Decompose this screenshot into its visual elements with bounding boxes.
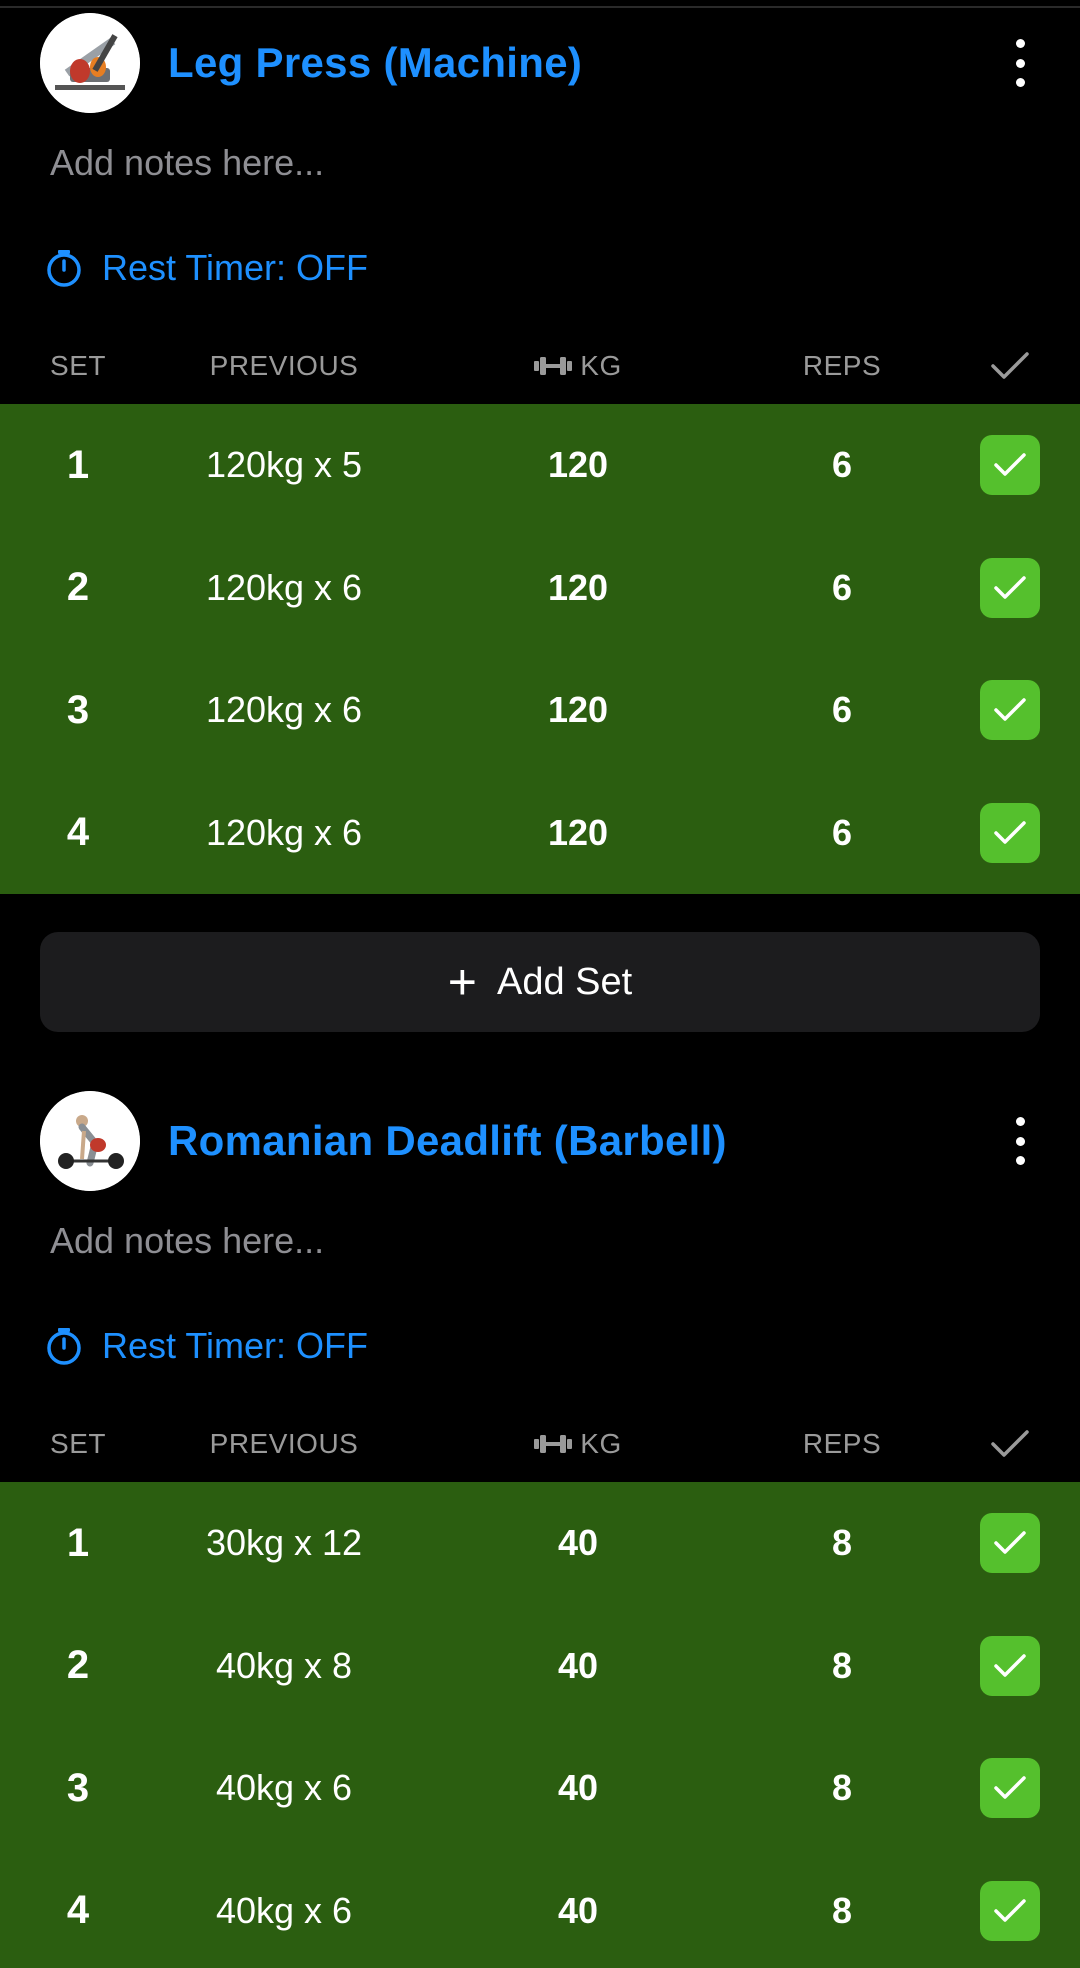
reps-input[interactable]: 8 bbox=[744, 1522, 940, 1564]
reps-input[interactable]: 8 bbox=[744, 1890, 940, 1932]
plus-icon: + bbox=[447, 954, 477, 1010]
reps-input[interactable]: 6 bbox=[744, 567, 940, 609]
column-headers: SET PREVIOUS KG REPS bbox=[0, 1406, 1080, 1482]
col-kg: KG bbox=[412, 1428, 744, 1460]
set-number[interactable]: 1 bbox=[0, 1521, 156, 1566]
complete-checkbox[interactable] bbox=[980, 1758, 1040, 1819]
exercise-header: Leg Press (Machine) bbox=[0, 8, 1080, 118]
previous-value[interactable]: 120kg x 6 bbox=[156, 689, 412, 731]
col-previous: PREVIOUS bbox=[209, 1428, 359, 1459]
set-number[interactable]: 3 bbox=[0, 1766, 156, 1811]
top-divider bbox=[0, 0, 1080, 8]
reps-input[interactable]: 8 bbox=[744, 1645, 940, 1687]
stopwatch-icon bbox=[47, 250, 81, 287]
exercise-title[interactable]: Romanian Deadlift (Barbell) bbox=[168, 1117, 727, 1165]
reps-input[interactable]: 8 bbox=[744, 1767, 940, 1809]
col-set: SET bbox=[50, 1428, 106, 1459]
leg-press-illustration[interactable] bbox=[40, 13, 140, 113]
dumbbell-icon bbox=[534, 357, 573, 375]
kg-input[interactable]: 40 bbox=[412, 1767, 744, 1809]
col-done bbox=[940, 351, 1080, 381]
complete-checkbox[interactable] bbox=[980, 1880, 1040, 1941]
kg-input[interactable]: 40 bbox=[412, 1645, 744, 1687]
rest-timer-button[interactable]: Rest Timer: OFF bbox=[0, 208, 1080, 328]
col-previous: PREVIOUS bbox=[209, 350, 359, 381]
add-set-label: Add Set bbox=[496, 960, 633, 1003]
previous-value[interactable]: 120kg x 6 bbox=[156, 567, 412, 609]
set-number[interactable]: 2 bbox=[0, 1643, 156, 1688]
sets-table: 1 30kg x 12 40 8 2 40kg x 8 40 8 3 40kg … bbox=[0, 1482, 1080, 1968]
previous-value[interactable]: 120kg x 6 bbox=[156, 812, 412, 854]
previous-value[interactable]: 40kg x 6 bbox=[156, 1890, 412, 1932]
check-icon bbox=[994, 821, 1026, 844]
rest-timer-button[interactable]: Rest Timer: OFF bbox=[0, 1286, 1080, 1406]
previous-value[interactable]: 120kg x 5 bbox=[156, 444, 412, 486]
add-set-button[interactable]: + Add Set bbox=[40, 932, 1040, 1032]
more-options-icon[interactable] bbox=[1000, 1111, 1040, 1171]
check-icon bbox=[994, 576, 1026, 599]
kg-input[interactable]: 120 bbox=[412, 812, 744, 854]
sets-table: 1 120kg x 5 120 6 2 120kg x 6 120 6 3 12… bbox=[0, 404, 1080, 894]
kg-input[interactable]: 120 bbox=[412, 567, 744, 609]
notes-input[interactable]: Add notes here... bbox=[0, 118, 1080, 208]
exercise-card-romanian-deadlift: Romanian Deadlift (Barbell) Add notes he… bbox=[0, 1086, 1080, 1968]
complete-checkbox[interactable] bbox=[980, 802, 1040, 863]
checkmark-icon bbox=[991, 1430, 1029, 1457]
set-number[interactable]: 2 bbox=[0, 565, 156, 610]
set-row: 4 40kg x 6 40 8 bbox=[0, 1850, 1080, 1968]
col-set: SET bbox=[50, 350, 106, 381]
rest-timer-label: Rest Timer: OFF bbox=[102, 1325, 369, 1366]
complete-checkbox[interactable] bbox=[980, 1635, 1040, 1696]
col-reps: REPS bbox=[802, 350, 882, 381]
previous-value[interactable]: 40kg x 6 bbox=[156, 1767, 412, 1809]
set-number[interactable]: 4 bbox=[0, 810, 156, 855]
complete-checkbox[interactable] bbox=[980, 680, 1040, 741]
col-reps: REPS bbox=[802, 1428, 882, 1459]
checkmark-icon bbox=[991, 352, 1029, 379]
complete-checkbox[interactable] bbox=[980, 557, 1040, 618]
kg-input[interactable]: 120 bbox=[412, 689, 744, 731]
more-options-icon[interactable] bbox=[1000, 33, 1040, 93]
stopwatch-icon bbox=[47, 1328, 81, 1365]
previous-value[interactable]: 30kg x 12 bbox=[156, 1522, 412, 1564]
complete-checkbox[interactable] bbox=[980, 1513, 1040, 1574]
check-icon bbox=[994, 453, 1026, 476]
reps-input[interactable]: 6 bbox=[744, 444, 940, 486]
exercise-title[interactable]: Leg Press (Machine) bbox=[168, 39, 582, 87]
set-row: 4 120kg x 6 120 6 bbox=[0, 772, 1080, 895]
column-headers: SET PREVIOUS KG REPS bbox=[0, 328, 1080, 404]
exercise-card-leg-press: Leg Press (Machine) Add notes here... Re… bbox=[0, 8, 1080, 1086]
reps-input[interactable]: 6 bbox=[744, 812, 940, 854]
set-number[interactable]: 1 bbox=[0, 443, 156, 488]
check-icon bbox=[994, 1654, 1026, 1677]
rest-timer-label: Rest Timer: OFF bbox=[102, 247, 369, 288]
set-row: 3 40kg x 6 40 8 bbox=[0, 1727, 1080, 1850]
check-icon bbox=[994, 1899, 1026, 1922]
previous-value[interactable]: 40kg x 8 bbox=[156, 1645, 412, 1687]
kg-input[interactable]: 40 bbox=[412, 1890, 744, 1932]
reps-input[interactable]: 6 bbox=[744, 689, 940, 731]
check-icon bbox=[994, 1776, 1026, 1799]
deadlift-illustration[interactable] bbox=[40, 1091, 140, 1191]
kg-input[interactable]: 40 bbox=[412, 1522, 744, 1564]
complete-checkbox[interactable] bbox=[980, 435, 1040, 496]
set-number[interactable]: 4 bbox=[0, 1888, 156, 1933]
set-row: 3 120kg x 6 120 6 bbox=[0, 649, 1080, 772]
set-number[interactable]: 3 bbox=[0, 688, 156, 733]
exercise-header: Romanian Deadlift (Barbell) bbox=[0, 1086, 1080, 1196]
check-icon bbox=[994, 1531, 1026, 1554]
kg-input[interactable]: 120 bbox=[412, 444, 744, 486]
notes-input[interactable]: Add notes here... bbox=[0, 1196, 1080, 1286]
set-row: 2 40kg x 8 40 8 bbox=[0, 1605, 1080, 1728]
set-row: 1 120kg x 5 120 6 bbox=[0, 404, 1080, 527]
col-done bbox=[940, 1429, 1080, 1459]
dumbbell-icon bbox=[534, 1435, 573, 1453]
set-row: 2 120kg x 6 120 6 bbox=[0, 527, 1080, 650]
check-icon bbox=[994, 698, 1026, 721]
col-kg: KG bbox=[412, 350, 744, 382]
set-row: 1 30kg x 12 40 8 bbox=[0, 1482, 1080, 1605]
